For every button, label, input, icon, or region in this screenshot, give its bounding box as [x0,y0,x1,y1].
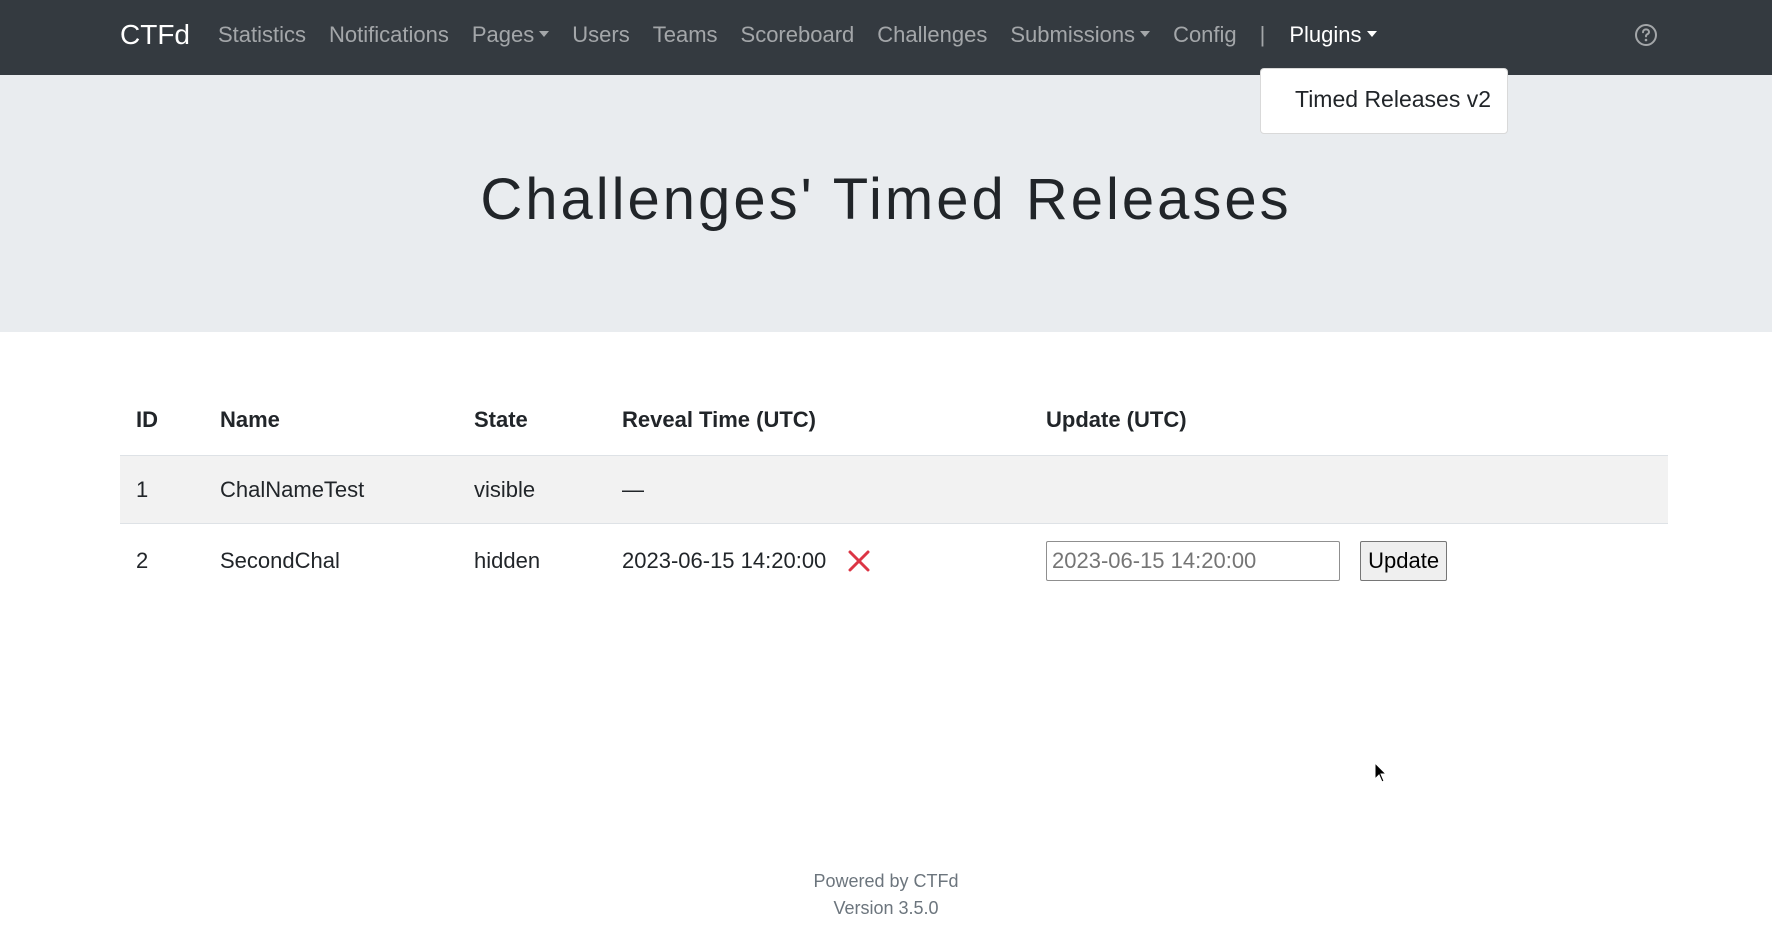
update-time-input[interactable] [1046,540,1340,581]
column-header-id: ID [120,385,204,456]
cell-update: Update [1030,524,1668,598]
nav-statistics-label: Statistics [218,22,307,47]
nav-config[interactable]: Config [1173,18,1237,52]
footer: Powered by CTFd Version 3.5.0 [0,868,1772,922]
nav-config-label: Config [1173,22,1237,47]
nav-teams-label: Teams [652,22,718,47]
reveal-time-value: 2023-06-15 14:20:00 [622,548,827,574]
cell-state: visible [458,455,606,524]
nav-submissions-label: Submissions [1010,22,1136,47]
challenges-table: ID Name State Reveal Time (UTC) Update (… [120,385,1668,597]
column-header-state: State [458,385,606,456]
nav-plugins-label: Plugins [1289,22,1362,47]
question-circle-icon[interactable] [1634,23,1658,47]
footer-version: Version 3.5.0 [833,898,939,918]
nav-users-label: Users [572,22,630,47]
top-navbar: CTFd Statistics Notifications Pages User… [0,0,1772,75]
footer-powered-by: Powered by CTFd [813,871,959,891]
cell-reveal-time: 2023-06-15 14:20:00 [606,524,1030,598]
nav-separator: | [1259,22,1266,47]
column-header-name: Name [204,385,458,456]
cell-state: hidden [474,547,541,573]
nav-users[interactable]: Users [572,18,629,52]
cell-id: 1 [120,455,204,524]
nav-notifications[interactable]: Notifications [329,18,449,52]
nav-statistics[interactable]: Statistics [218,18,306,52]
column-header-reveal-time: Reveal Time (UTC) [606,385,1030,456]
caret-down-icon [539,31,550,38]
delete-x-icon[interactable] [848,550,870,572]
page-title: Challenges' Timed Releases [480,167,1292,232]
update-button[interactable]: Update [1360,540,1448,581]
nav-plugins-dropdown[interactable]: Plugins [1289,18,1377,52]
nav-pages-dropdown[interactable]: Pages [471,18,550,52]
column-header-update: Update (UTC) [1030,385,1668,456]
cell-reveal-time: — [606,455,1030,524]
plugins-dropdown-menu: Timed Releases v2 [1260,68,1508,134]
nav-pages-label: Pages [471,22,535,47]
table-row: 2 SecondChal hidden 2023-06-15 14:20:00 … [120,524,1668,598]
nav-challenges[interactable]: Challenges [877,18,987,52]
cell-update [1030,455,1668,524]
nav-list: Statistics Notifications Pages Users Tea… [218,18,1400,52]
nav-scoreboard[interactable]: Scoreboard [741,18,855,52]
nav-scoreboard-label: Scoreboard [740,22,855,47]
nav-submissions-dropdown[interactable]: Submissions [1010,18,1151,52]
nav-teams[interactable]: Teams [653,18,718,52]
cell-name: ChalNameTest [204,455,458,524]
brand-logo[interactable]: CTFd [120,18,190,52]
cell-id: 2 [136,547,149,573]
nav-notifications-label: Notifications [329,22,449,47]
dropdown-item-timed-releases[interactable]: Timed Releases v2 [1295,86,1491,113]
table-row: 1 ChalNameTest visible — [120,455,1668,524]
nav-challenges-label: Challenges [877,22,988,47]
caret-down-icon [1366,31,1377,38]
mouse-pointer-icon [1374,762,1388,783]
table-header-row: ID Name State Reveal Time (UTC) Update (… [120,385,1668,456]
caret-down-icon [1140,31,1151,38]
cell-name: SecondChal [220,547,340,573]
